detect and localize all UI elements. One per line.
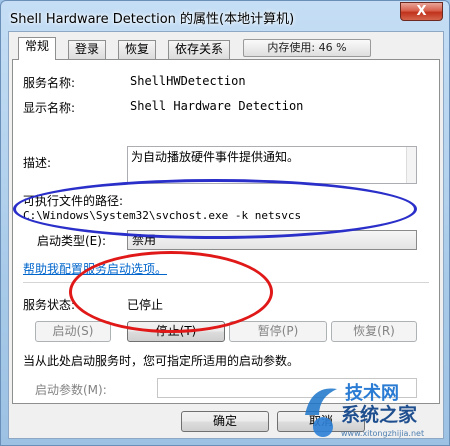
window-title: Shell Hardware Detection 的属性(本地计算机) [10, 12, 295, 27]
service-status-value: 已停止 [127, 298, 164, 312]
exe-path-label: 可执行文件的路径: [23, 194, 124, 208]
general-tab-panel: 服务名称: ShellHWDetection 显示名称: Shell Hardw… [12, 59, 440, 404]
close-button[interactable]: X [400, 2, 443, 21]
startup-type-label: 启动类型(E): [37, 234, 106, 248]
startup-type-select[interactable]: 禁用 [127, 230, 417, 250]
exe-path-value: C:\Windows\System32\svchost.exe -k netsv… [23, 209, 302, 222]
resume-button[interactable]: 恢复(R) [331, 321, 417, 342]
description-text: 为自动播放硬件事件提供通知。 [131, 150, 300, 164]
tab-strip: 常规 登录 恢复 依存关系 内存使用: 46 % [12, 37, 440, 60]
display-name-value: Shell Hardware Detection [130, 99, 304, 113]
start-button[interactable]: 启动(S) [35, 321, 111, 342]
ok-button[interactable]: 确定 [181, 411, 269, 432]
start-params-input[interactable] [157, 378, 417, 398]
dialog-body: 常规 登录 恢复 依存关系 内存使用: 46 % 服务名称: ShellHWDe… [8, 31, 444, 439]
start-params-hint: 当从此处启动服务时，您可指定所适用的启动参数。 [23, 354, 300, 368]
description-scrollbar[interactable] [406, 147, 416, 183]
tab-logon[interactable]: 登录 [68, 40, 107, 59]
service-status-label: 服务状态: [23, 298, 76, 312]
description-label: 描述: [23, 156, 52, 170]
tab-general[interactable]: 常规 [18, 37, 57, 60]
title-bar[interactable]: Shell Hardware Detection 的属性(本地计算机) X [1, 1, 450, 31]
startup-type-value: 禁用 [132, 233, 157, 247]
service-name-value: ShellHWDetection [130, 74, 246, 88]
cancel-button[interactable]: 取消 [277, 411, 365, 432]
tab-dependencies[interactable]: 依存关系 [168, 40, 231, 59]
stop-button[interactable]: 停止(T) [127, 321, 225, 342]
properties-dialog: Shell Hardware Detection 的属性(本地计算机) X 常规… [0, 0, 450, 446]
tab-recovery[interactable]: 恢复 [118, 40, 157, 59]
start-params-label: 启动参数(M): [35, 383, 107, 397]
memory-usage-indicator: 内存使用: 46 % [243, 39, 371, 57]
service-name-label: 服务名称: [23, 76, 76, 90]
divider [23, 282, 429, 283]
pause-button[interactable]: 暂停(P) [229, 321, 327, 342]
description-box[interactable]: 为自动播放硬件事件提供通知。 [127, 146, 417, 184]
display-name-label: 显示名称: [23, 101, 76, 115]
help-configure-link[interactable]: 帮助我配置服务启动选项。 [23, 260, 167, 277]
